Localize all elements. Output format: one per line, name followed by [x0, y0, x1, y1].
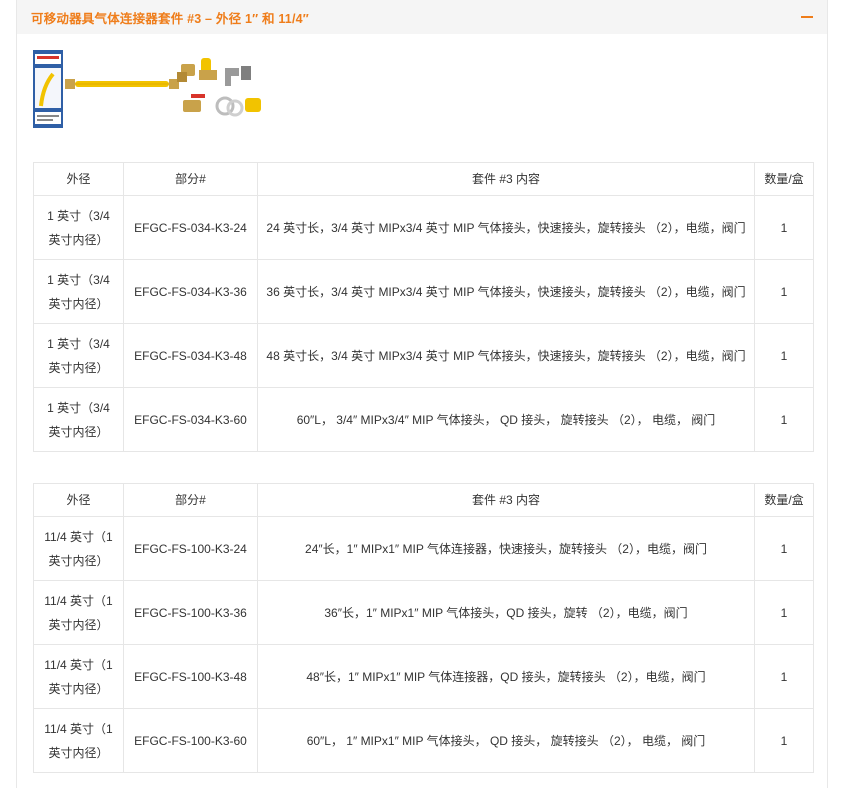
- table-row: 11/4 英寸（1 英寸内径） EFGC-FS-100-K3-48 48″长，1…: [33, 644, 814, 709]
- cell-qty: 1: [754, 195, 814, 260]
- cell-contents: 48 英寸长，3/4 英寸 MIPx3/4 英寸 MIP 气体接头，快速接头，旋…: [257, 323, 755, 388]
- col-header-od: 外径: [33, 483, 124, 517]
- cell-part: EFGC-FS-034-K3-48: [123, 323, 258, 388]
- table-row: 1 英寸（3/4 英寸内径） EFGC-FS-034-K3-60 60″L， 3…: [33, 387, 814, 452]
- cell-qty: 1: [754, 708, 814, 773]
- cell-contents: 60″L， 3/4″ MIPx3/4″ MIP 气体接头， QD 接头， 旋转接…: [257, 387, 755, 452]
- cell-contents: 24 英寸长，3/4 英寸 MIPx3/4 英寸 MIP 气体接头，快速接头，旋…: [257, 195, 755, 260]
- col-header-part: 部分#: [123, 162, 258, 196]
- cell-part: EFGC-FS-034-K3-24: [123, 195, 258, 260]
- cell-od: 1 英寸（3/4 英寸内径）: [33, 195, 124, 260]
- cell-qty: 1: [754, 387, 814, 452]
- cell-od: 11/4 英寸（1 英寸内径）: [33, 644, 124, 709]
- cell-part: EFGC-FS-100-K3-24: [123, 516, 258, 581]
- table-header-row: 外径 部分# 套件 #3 内容 数量/盒: [33, 483, 814, 517]
- col-header-contents: 套件 #3 内容: [257, 162, 755, 196]
- cell-od: 11/4 英寸（1 英寸内径）: [33, 580, 124, 645]
- table-header-row: 外径 部分# 套件 #3 内容 数量/盒: [33, 162, 814, 196]
- gas-hose-image: [65, 79, 179, 89]
- col-header-contents: 套件 #3 内容: [257, 483, 755, 517]
- col-header-qty: 数量/盒: [754, 162, 814, 196]
- cell-qty: 1: [754, 259, 814, 324]
- kit-table-2: 外径 部分# 套件 #3 内容 数量/盒 11/4 英寸（1 英寸内径） EFG…: [33, 483, 814, 773]
- cell-qty: 1: [754, 516, 814, 581]
- cell-contents: 48″长，1″ MIPx1″ MIP 气体连接器，QD 接头，旋转接头 （2），…: [257, 644, 755, 709]
- table-row: 11/4 英寸（1 英寸内径） EFGC-FS-100-K3-24 24″长，1…: [33, 516, 814, 581]
- cell-qty: 1: [754, 644, 814, 709]
- cell-contents: 36″长，1″ MIPx1″ MIP 气体接头，QD 接头，旋转 （2），电缆，…: [257, 580, 755, 645]
- cell-od: 11/4 英寸（1 英寸内径）: [33, 516, 124, 581]
- cell-contents: 24″长，1″ MIPx1″ MIP 气体连接器，快速接头，旋转接头 （2），电…: [257, 516, 755, 581]
- kit-box-image: [33, 50, 63, 128]
- cell-od: 1 英寸（3/4 英寸内径）: [33, 259, 124, 324]
- cell-part: EFGC-FS-034-K3-36: [123, 259, 258, 324]
- fittings-image: [177, 58, 261, 117]
- cell-contents: 60″L， 1″ MIPx1″ MIP 气体接头， QD 接头， 旋转接头 （2…: [257, 708, 755, 773]
- cell-od: 1 英寸（3/4 英寸内径）: [33, 323, 124, 388]
- col-header-qty: 数量/盒: [754, 483, 814, 517]
- product-image: [33, 50, 261, 128]
- cell-od: 1 英寸（3/4 英寸内径）: [33, 387, 124, 452]
- table-row: 11/4 英寸（1 英寸内径） EFGC-FS-100-K3-60 60″L， …: [33, 708, 814, 773]
- table-row: 1 英寸（3/4 英寸内径） EFGC-FS-034-K3-24 24 英寸长，…: [33, 195, 814, 260]
- cell-qty: 1: [754, 580, 814, 645]
- cell-part: EFGC-FS-100-K3-48: [123, 644, 258, 709]
- cell-part: EFGC-FS-034-K3-60: [123, 387, 258, 452]
- panel-title: 可移动器具气体连接器套件 #3 – 外径 1″ 和 11/4″: [31, 11, 309, 26]
- accordion-panel: 可移动器具气体连接器套件 #3 – 外径 1″ 和 11/4″ 外径 部分# 套…: [16, 0, 828, 788]
- kit-table-1: 外径 部分# 套件 #3 内容 数量/盒 1 英寸（3/4 英寸内径） EFGC…: [33, 162, 814, 452]
- table-row: 11/4 英寸（1 英寸内径） EFGC-FS-100-K3-36 36″长，1…: [33, 580, 814, 645]
- col-header-part: 部分#: [123, 483, 258, 517]
- cell-qty: 1: [754, 323, 814, 388]
- cell-contents: 36 英寸长，3/4 英寸 MIPx3/4 英寸 MIP 气体接头，快速接头，旋…: [257, 259, 755, 324]
- cell-part: EFGC-FS-100-K3-60: [123, 708, 258, 773]
- minus-icon[interactable]: [801, 11, 813, 23]
- cell-part: EFGC-FS-100-K3-36: [123, 580, 258, 645]
- table-row: 1 英寸（3/4 英寸内径） EFGC-FS-034-K3-48 48 英寸长，…: [33, 323, 814, 388]
- table-row: 1 英寸（3/4 英寸内径） EFGC-FS-034-K3-36 36 英寸长，…: [33, 259, 814, 324]
- accordion-header[interactable]: 可移动器具气体连接器套件 #3 – 外径 1″ 和 11/4″: [17, 0, 827, 34]
- col-header-od: 外径: [33, 162, 124, 196]
- cell-od: 11/4 英寸（1 英寸内径）: [33, 708, 124, 773]
